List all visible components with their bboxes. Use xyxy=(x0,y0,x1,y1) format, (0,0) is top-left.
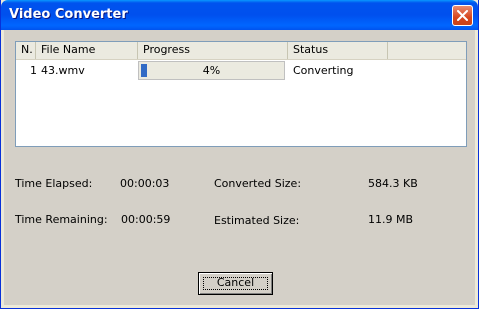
column-header-n[interactable]: N. xyxy=(16,42,36,59)
window-title: Video Converter xyxy=(9,7,128,22)
row-file-name: 43.wmv xyxy=(41,64,85,77)
estimated-size-label: Estimated Size: xyxy=(214,214,300,227)
cancel-button-label: Cancel xyxy=(216,276,255,289)
video-converter-window: Video Converter N. File Name Progress St… xyxy=(0,0,479,309)
dialog-client-area: N. File Name Progress Status 1 43.wmv 4%… xyxy=(4,30,475,305)
column-header-progress[interactable]: Progress xyxy=(138,42,288,59)
row-status: Converting xyxy=(293,64,354,77)
list-row[interactable]: 1 43.wmv 4% Converting xyxy=(16,60,466,82)
close-icon xyxy=(457,10,468,21)
file-list[interactable]: N. File Name Progress Status 1 43.wmv 4%… xyxy=(15,41,467,147)
cancel-button[interactable]: Cancel xyxy=(198,272,273,295)
converted-size-value: 584.3 KB xyxy=(368,177,418,190)
column-header-filler xyxy=(388,42,466,59)
column-header-file-name[interactable]: File Name xyxy=(36,42,138,59)
time-remaining-value: 00:00:59 xyxy=(121,213,171,226)
title-bar[interactable]: Video Converter xyxy=(1,0,478,30)
progress-percent: 4% xyxy=(202,64,221,77)
time-elapsed-value: 00:00:03 xyxy=(120,177,170,190)
converted-size-label: Converted Size: xyxy=(214,177,302,190)
column-header-status[interactable]: Status xyxy=(288,42,388,59)
time-remaining-label: Time Remaining: xyxy=(15,213,108,226)
close-button[interactable] xyxy=(452,5,473,26)
list-header: N. File Name Progress Status xyxy=(16,42,466,60)
estimated-size-value: 11.9 MB xyxy=(368,213,414,226)
time-elapsed-label: Time Elapsed: xyxy=(15,177,93,190)
row-progress-bar: 4% xyxy=(138,61,285,80)
